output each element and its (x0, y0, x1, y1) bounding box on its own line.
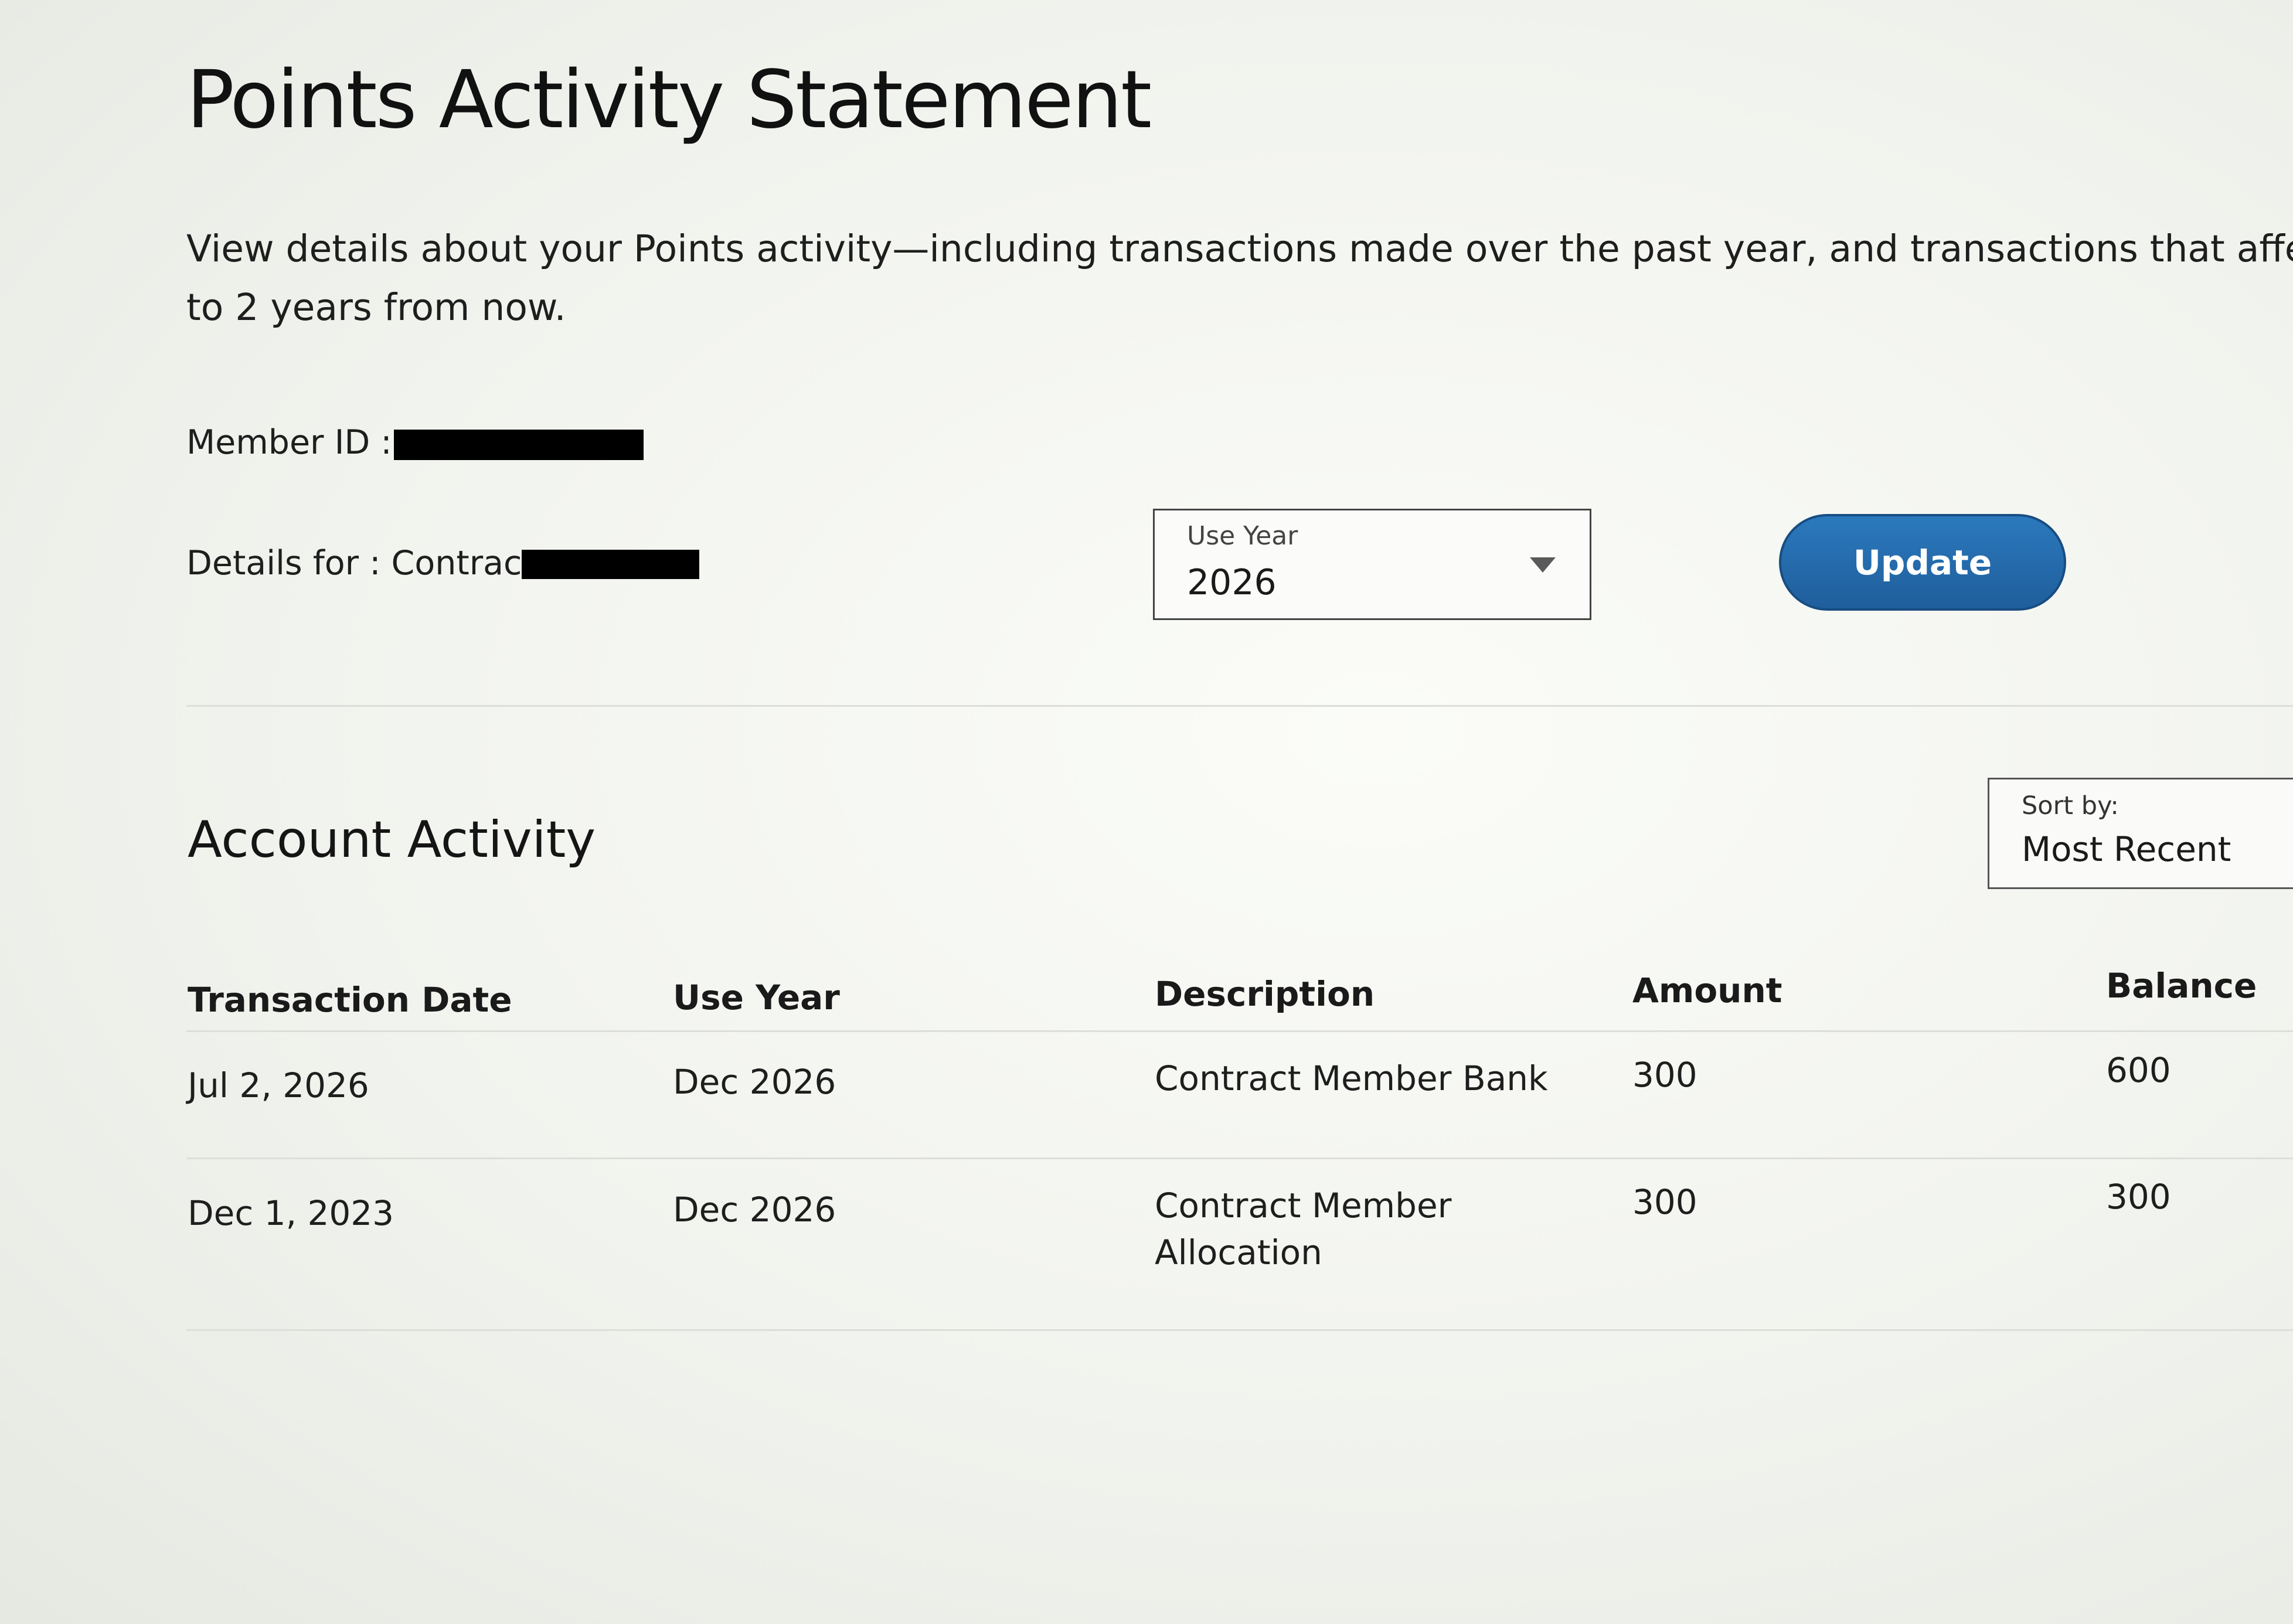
details-for-label: Details for : Contract (186, 544, 535, 583)
intro-line-2: to 2 years from now. (186, 286, 566, 329)
sort-by-label: Sort by: (2022, 791, 2119, 820)
cell-amount: 300 (1632, 1182, 1697, 1222)
column-header-use-year: Use Year (673, 978, 840, 1017)
table-header-divider (186, 1030, 2293, 1032)
intro-line-1: View details about your Points activity—… (186, 227, 2293, 270)
sort-by-select[interactable]: Sort by: Most Recent (1988, 778, 2293, 889)
cell-use-year: Dec 2026 (673, 1062, 836, 1102)
use-year-select[interactable]: Use Year 2026 (1153, 509, 1591, 620)
member-id-label: Member ID : (186, 423, 392, 462)
cell-description: Contract Member Allocation (1155, 1186, 1452, 1272)
points-activity-page: Points Activity Statement View details a… (0, 0, 2293, 1624)
account-activity-title: Account Activity (188, 811, 596, 869)
table-row-divider (186, 1157, 2293, 1159)
cell-balance: 300 (2106, 1177, 2171, 1217)
caret-down-icon (1530, 557, 1556, 573)
sort-by-value: Most Recent (2022, 829, 2231, 869)
update-button[interactable]: Update (1779, 514, 2066, 611)
contract-redaction (522, 550, 699, 579)
cell-amount: 300 (1632, 1055, 1697, 1095)
member-id-redaction (394, 430, 644, 460)
section-divider (186, 705, 2293, 707)
cell-transaction-date: Dec 1, 2023 (188, 1193, 394, 1233)
cell-use-year: Dec 2026 (673, 1190, 836, 1230)
table-bottom-divider (186, 1329, 2293, 1331)
column-header-balance: Balance (2106, 966, 2257, 1006)
column-header-description: Description (1155, 974, 1375, 1014)
cell-balance: 600 (2106, 1050, 2171, 1090)
use-year-select-value: 2026 (1187, 562, 1277, 603)
use-year-select-label: Use Year (1187, 521, 1298, 551)
cell-description: Contract Member Bank (1155, 1058, 1548, 1098)
column-header-amount: Amount (1632, 971, 1782, 1010)
page-title: Points Activity Statement (186, 54, 1152, 147)
column-header-transaction-date: Transaction Date (188, 980, 512, 1020)
intro-text: View details about your Points activity—… (186, 220, 2293, 337)
cell-transaction-date: Jul 2, 2026 (188, 1065, 369, 1105)
